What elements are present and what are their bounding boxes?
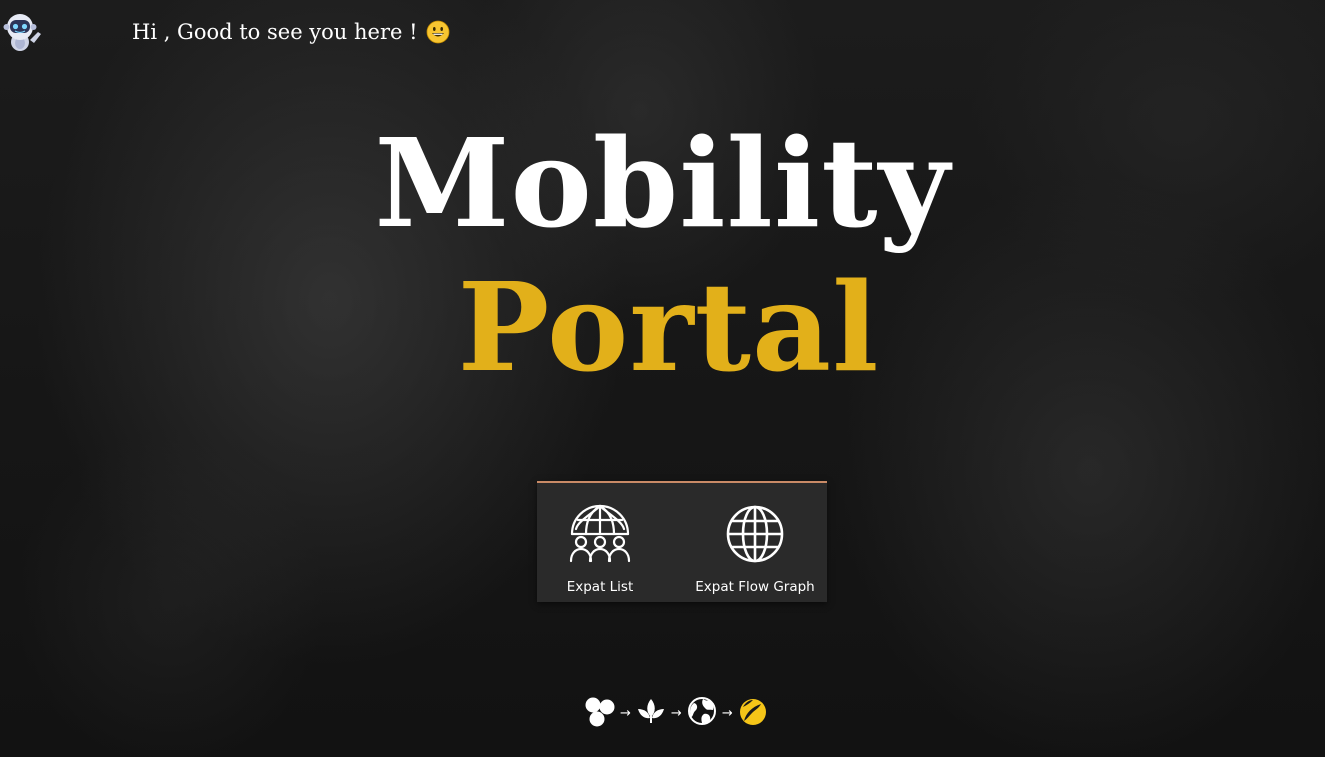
process-arrow: →	[620, 705, 631, 721]
expat-list-button[interactable]: Expat List	[537, 483, 663, 602]
sprout-icon	[637, 699, 664, 723]
grinning-face-icon	[426, 20, 449, 44]
greeting-message: Hi , Good to see you here !	[132, 20, 450, 44]
expat-flow-graph-button[interactable]: Expat Flow Graph	[687, 483, 823, 602]
title-mobility: Mobility	[374, 111, 951, 255]
navigation-panel: Expat List Expat Flow Graph	[537, 481, 827, 602]
expat-list-label: Expat List	[566, 579, 634, 595]
yellow-orb-icon	[739, 699, 766, 725]
process-arrow: →	[721, 705, 733, 721]
three-circles-icon	[585, 697, 615, 727]
process-arrow: →	[670, 705, 682, 721]
process-steps: → → →	[584, 694, 769, 728]
robot-assistant-icon[interactable]	[0, 10, 44, 54]
title-portal: Portal	[457, 255, 880, 399]
globe-people-icon	[569, 504, 631, 563]
portal-page: Hi , Good to see you here ! Mobility Por…	[0, 0, 1325, 757]
greeting-text: Hi , Good to see you here !	[132, 20, 418, 44]
globe-icon	[726, 505, 784, 563]
expat-flow-graph-label: Expat Flow Graph	[695, 579, 815, 595]
world-icon	[687, 697, 716, 725]
